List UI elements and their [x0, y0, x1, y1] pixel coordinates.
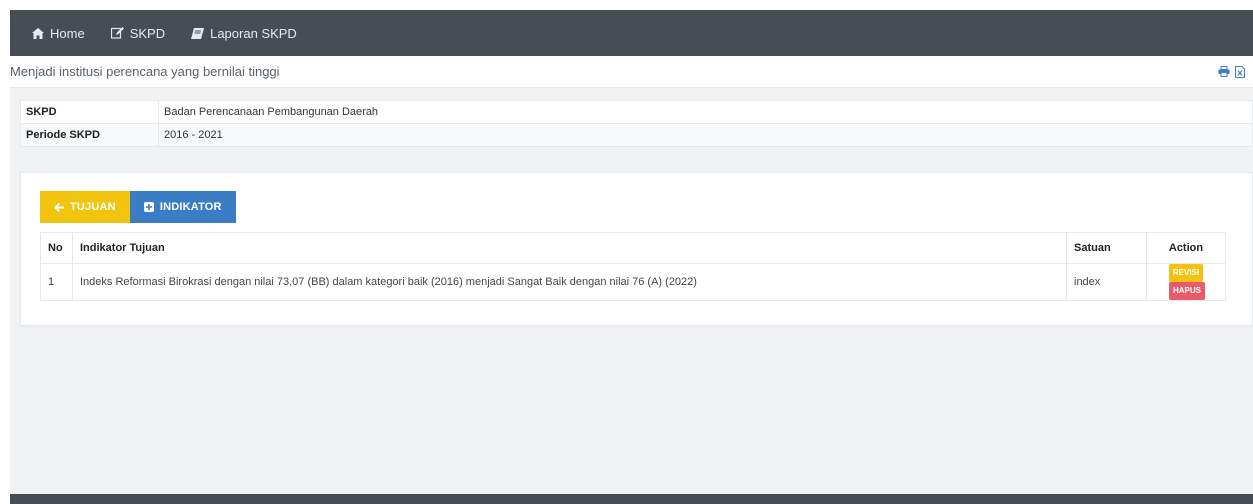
footer-bar [10, 494, 1253, 504]
edit-icon [110, 27, 124, 39]
revisi-button[interactable]: REVISI [1168, 264, 1204, 282]
table-row: 1 Indeks Reformasi Birokrasi dengan nila… [40, 263, 1226, 301]
page-title: Menjadi institusi perencana yang bernila… [10, 64, 280, 79]
cell-indikator: Indeks Reformasi Birokrasi dengan nilai … [72, 263, 1067, 301]
plus-square-icon [143, 202, 154, 212]
skpd-info-table: SKPD Badan Perencanaan Pembangunan Daera… [20, 100, 1253, 147]
info-value: Badan Perencanaan Pembangunan Daerah [158, 100, 1253, 124]
col-satuan: Satuan [1066, 232, 1147, 264]
info-value: 2016 - 2021 [158, 123, 1253, 147]
nav-skpd-label: SKPD [129, 25, 166, 41]
hapus-button[interactable]: HAPUS [1168, 282, 1205, 300]
excel-icon[interactable] [1235, 65, 1245, 78]
col-action: Action [1146, 232, 1226, 264]
page-titlebar: Menjadi institusi perencana yang bernila… [10, 56, 1253, 88]
nav-skpd[interactable]: SKPD [110, 25, 166, 41]
cell-no: 1 [40, 263, 73, 301]
book-icon [191, 27, 205, 39]
nav-home[interactable]: Home [32, 26, 85, 41]
info-row-periode: Periode SKPD 2016 - 2021 [20, 123, 1253, 147]
nav-laporan-label: Laporan SKPD [210, 25, 297, 41]
info-row-skpd: SKPD Badan Perencanaan Pembangunan Daera… [20, 100, 1253, 124]
table-header-row: No Indikator Tujuan Satuan Action [40, 232, 1226, 264]
title-tools [1218, 65, 1245, 78]
cell-satuan: index [1066, 263, 1147, 301]
indikator-card: TUJUAN INDIKATOR No Indikator Tujuan Sat… [20, 172, 1253, 326]
nav-home-label: Home [50, 25, 85, 41]
info-label: SKPD [20, 100, 159, 124]
back-tujuan-label: TUJUAN [70, 201, 116, 213]
col-indikator: Indikator Tujuan [72, 232, 1067, 264]
top-navbar: Home SKPD Laporan SKPD [10, 10, 1253, 56]
arrow-left-icon [54, 202, 64, 212]
action-buttons: TUJUAN INDIKATOR [40, 191, 236, 223]
app-frame: Home SKPD Laporan SKPD Menjadi institusi… [10, 10, 1253, 504]
indikator-table: No Indikator Tujuan Satuan Action 1 Inde… [40, 232, 1226, 301]
col-no: No [40, 232, 73, 264]
add-indikator-label: INDIKATOR [159, 201, 222, 213]
home-icon [32, 27, 44, 39]
back-tujuan-button[interactable]: TUJUAN [40, 191, 130, 223]
add-indikator-button[interactable]: INDIKATOR [129, 191, 236, 223]
print-icon[interactable] [1218, 66, 1230, 77]
info-label: Periode SKPD [20, 123, 159, 147]
cell-action: REVISIHAPUS [1146, 263, 1226, 301]
nav-laporan-skpd[interactable]: Laporan SKPD [191, 26, 297, 41]
